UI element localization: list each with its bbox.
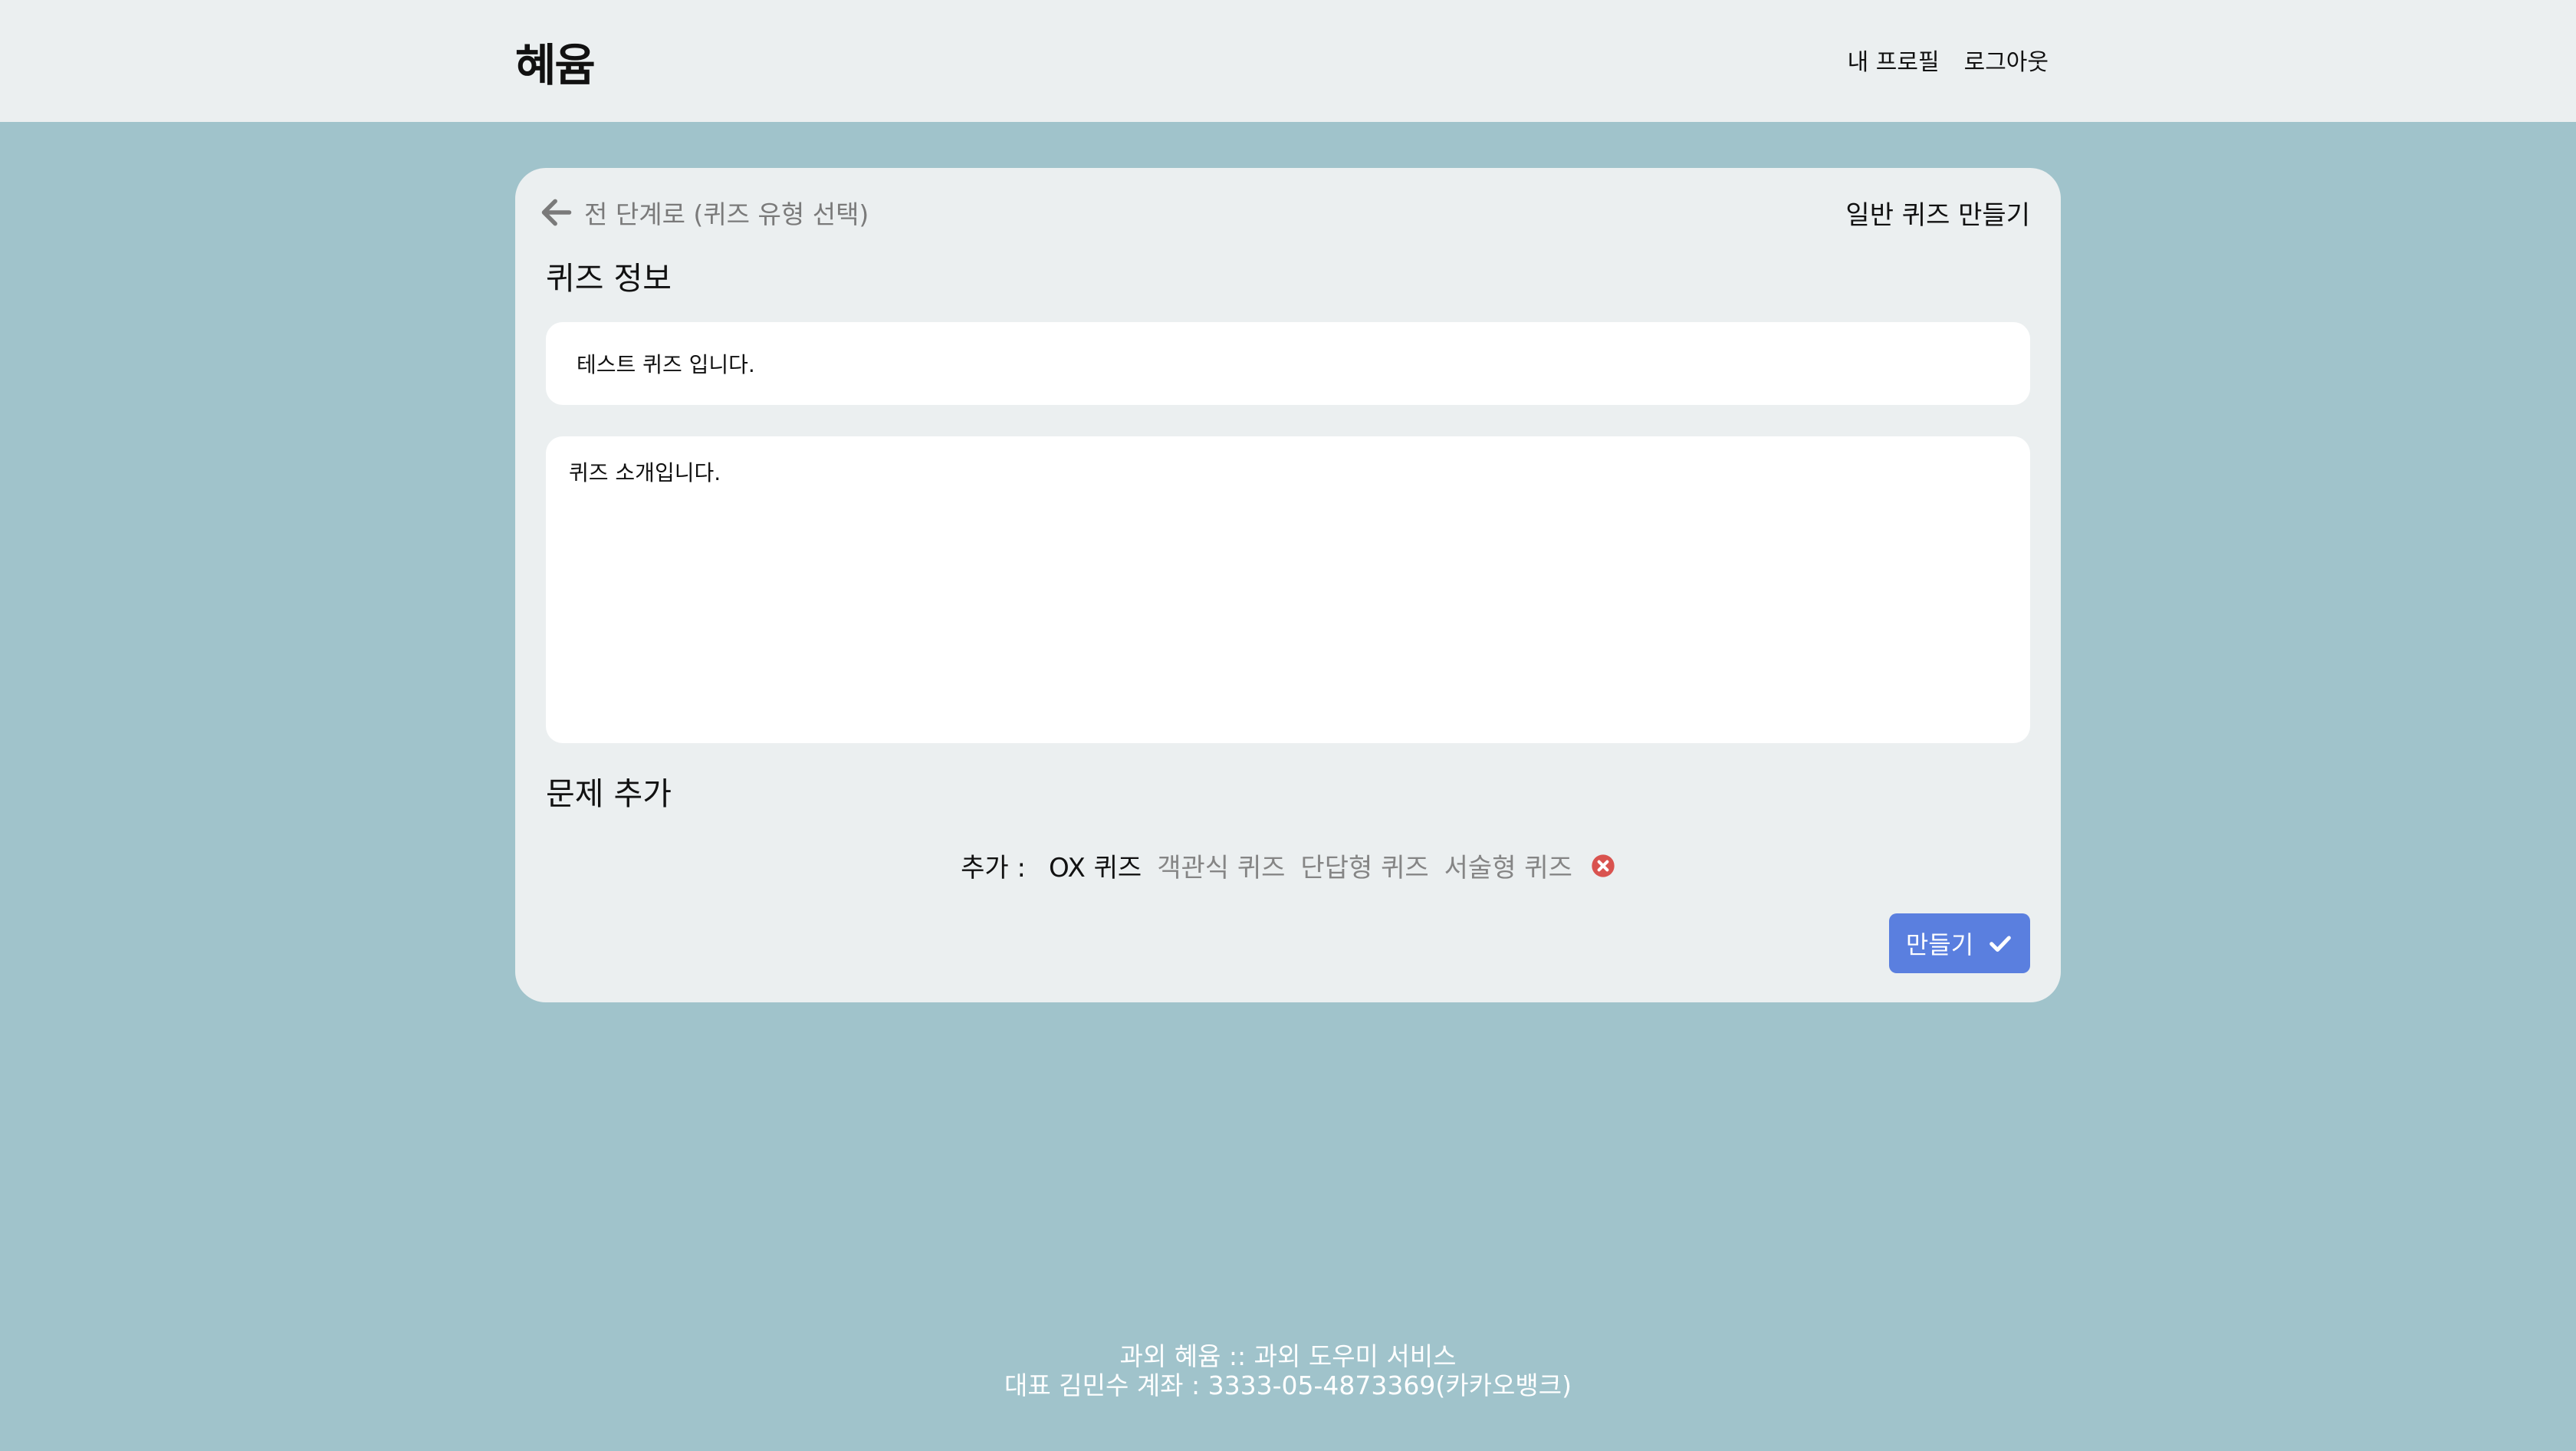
back-button[interactable]: 전 단계로 (퀴즈 유형 선택) [540, 194, 869, 231]
quiz-info-heading: 퀴즈 정보 [546, 260, 672, 297]
make-button[interactable]: 만들기 [1889, 913, 2030, 973]
add-question-heading: 문제 추가 [546, 775, 672, 812]
top-nav: 내 프로필 로그아웃 [1848, 43, 2049, 77]
quiz-description-input[interactable]: 퀴즈 소개입니다. [546, 436, 2030, 743]
footer-service-line: 과외 혜윰 :: 과외 도우미 서비스 [1119, 1341, 1457, 1371]
logout-link[interactable]: 로그아웃 [1964, 43, 2049, 77]
circle-x-icon[interactable] [1591, 854, 1615, 878]
profile-link[interactable]: 내 프로필 [1848, 43, 1940, 77]
page-title: 일반 퀴즈 만들기 [1845, 200, 2030, 231]
footer: 과외 혜윰 :: 과외 도우미 서비스 대표 김민수 계좌 : 3333-05-… [0, 1342, 2576, 1400]
brand-logo[interactable]: 혜윰 [515, 29, 596, 94]
footer-account-line: 대표 김민수 계좌 : 3333-05-4873369(카카오뱅크) [1004, 1370, 1572, 1400]
arrow-left-icon [541, 199, 572, 226]
ox-quiz-option[interactable]: OX 퀴즈 [1049, 847, 1142, 884]
make-button-label: 만들기 [1905, 930, 1974, 959]
question-type-selector: 추가 : OX 퀴즈 객관식 퀴즈 단답형 퀴즈 서술형 퀴즈 [515, 847, 2061, 884]
check-icon [1990, 936, 2011, 952]
back-label: 전 단계로 (퀴즈 유형 선택) [584, 199, 869, 229]
add-label: 추가 : [961, 853, 1026, 883]
quiz-title-input[interactable] [546, 322, 2030, 405]
multiple-choice-quiz-option[interactable]: 객관식 퀴즈 [1157, 847, 1285, 884]
short-answer-quiz-option[interactable]: 단답형 퀴즈 [1300, 847, 1428, 884]
essay-quiz-option[interactable]: 서술형 퀴즈 [1444, 847, 1572, 884]
quiz-create-card: 전 단계로 (퀴즈 유형 선택) 일반 퀴즈 만들기 퀴즈 정보 퀴즈 소개입니… [515, 168, 2061, 1002]
top-navbar: 혜윰 내 프로필 로그아웃 [0, 0, 2576, 122]
